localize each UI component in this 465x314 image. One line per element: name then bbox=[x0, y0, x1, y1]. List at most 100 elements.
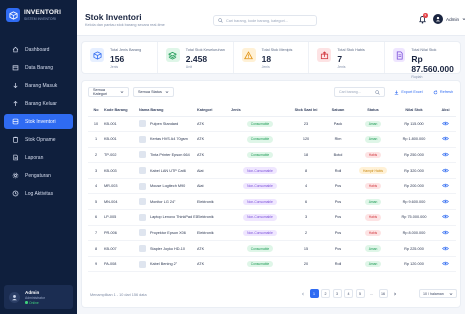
page-button[interactable]: 2 bbox=[321, 289, 330, 298]
sidebar-item-data-barang[interactable]: Data Barang bbox=[4, 60, 73, 75]
cell-no: 6 bbox=[88, 209, 104, 226]
cell-unit: Roll bbox=[323, 162, 353, 179]
table-row[interactable]: 4 MR-003 Mouse Logitech M90 Alat Non-Consuma… bbox=[88, 178, 456, 195]
cell-code: MN-004 bbox=[104, 193, 139, 211]
stat-value: 156 bbox=[110, 54, 125, 64]
header-user-menu[interactable]: Admin bbox=[433, 14, 465, 24]
stat-value: 18 bbox=[261, 54, 272, 64]
sidebar-item-pengaturan[interactable]: Pengaturan bbox=[4, 168, 73, 183]
stat-label: Total Stok Keseluruhan bbox=[185, 48, 225, 52]
page-button[interactable]: 5 bbox=[355, 289, 365, 298]
export-excel-button[interactable]: Export Excel bbox=[390, 87, 427, 97]
table-row[interactable]: 3 KB-003 Kabel LAN UTP Cat6 Alat Non-Consuma… bbox=[88, 162, 456, 179]
sidebar-item-barang-masuk[interactable]: Barang Masuk bbox=[4, 78, 73, 93]
home-icon bbox=[11, 46, 19, 54]
product-name: Monitor LG 24" bbox=[150, 199, 176, 204]
table-row[interactable]: 10 KB-001 Pulpen Standard ATK Consumable 23 Pa… bbox=[88, 116, 456, 133]
column-header[interactable]: No bbox=[88, 105, 104, 117]
global-search-placeholder: Cari barang, kode barang, kategori... bbox=[226, 18, 288, 23]
table-body: 10 KB-001 Pulpen Standard ATK Consumable 23 Pa… bbox=[88, 116, 456, 273]
status-filter[interactable]: Semua Status bbox=[133, 87, 174, 97]
clipboard-icon bbox=[11, 136, 19, 144]
sidebar-item-log-aktivitas[interactable]: Log Aktivitas bbox=[4, 186, 73, 201]
product-thumbnail bbox=[139, 229, 146, 237]
sidebar-item-label: Log Aktivitas bbox=[25, 190, 54, 197]
table-row[interactable]: 5 MN-004 Monitor LG 24" Elektronik Non-Consu… bbox=[88, 193, 456, 211]
page-button[interactable]: 4 bbox=[344, 289, 353, 298]
page-button[interactable]: 16 bbox=[378, 289, 388, 298]
cell-code: MR-003 bbox=[104, 178, 139, 195]
page-button[interactable]: 3 bbox=[332, 289, 342, 298]
cell-value: Rp 120.000 bbox=[393, 256, 435, 273]
view-eye-icon[interactable] bbox=[442, 229, 449, 236]
per-page-select[interactable]: 10 / halaman bbox=[419, 289, 457, 298]
view-eye-icon[interactable] bbox=[442, 198, 449, 205]
sidebar-item-stok-opname[interactable]: Stok Opname bbox=[4, 132, 73, 147]
sidebar-item-laporan[interactable]: Laporan bbox=[4, 150, 73, 165]
table-row[interactable]: 2 TP-002 Tinta Printer Epson 664 ATK Consuma… bbox=[88, 147, 456, 164]
view-eye-icon[interactable] bbox=[442, 167, 449, 174]
sidebar-user-card[interactable]: Admin Administrator Online bbox=[4, 285, 73, 309]
column-header[interactable]: Satuan bbox=[323, 105, 353, 117]
cell-status: Habis bbox=[353, 178, 393, 195]
view-eye-icon[interactable] bbox=[442, 120, 449, 127]
next-page-button[interactable] bbox=[390, 289, 399, 298]
column-header[interactable]: Stok Saat Ini bbox=[289, 105, 323, 117]
cell-category: ATK bbox=[197, 240, 231, 257]
column-header[interactable]: Nama Barang bbox=[139, 105, 197, 117]
cell-value: Rp 1.800.000 bbox=[393, 131, 435, 148]
cell-category: Alat bbox=[197, 162, 231, 179]
page-button[interactable]: 1 bbox=[309, 289, 319, 298]
global-search-input[interactable]: Cari barang, kode barang, kategori... bbox=[213, 15, 317, 26]
view-eye-icon[interactable] bbox=[442, 151, 449, 158]
stat-card: Total Nilai Stok Rp 87.560.000 Rupiah bbox=[385, 42, 460, 79]
table-row[interactable]: 8 KB-007 Stapler Joyko HD-10 ATK Consumable 1… bbox=[88, 240, 456, 257]
cell-code: LP-005 bbox=[104, 209, 139, 226]
column-header[interactable]: Jenis bbox=[231, 105, 289, 117]
cell-stock: 8 bbox=[289, 162, 323, 179]
status-badge: Habis bbox=[364, 182, 382, 190]
view-eye-icon[interactable] bbox=[442, 213, 449, 220]
sidebar-item-stok-inventori[interactable]: Stok Inventori bbox=[4, 114, 73, 129]
inventory-panel: Semua Kategori Semua Status Cari barang.… bbox=[81, 80, 461, 308]
view-eye-icon[interactable] bbox=[442, 135, 449, 142]
table-search-input[interactable]: Cari barang... bbox=[334, 87, 385, 97]
column-header[interactable]: Kode Barang bbox=[104, 105, 139, 117]
cell-status: Aman bbox=[353, 240, 393, 257]
cell-status: Aman bbox=[353, 131, 393, 148]
stat-card: Total Stok Menipis 18 Jenis bbox=[234, 42, 310, 73]
type-badge: Non-Consumable bbox=[243, 214, 277, 221]
cell-unit: Pcs bbox=[323, 178, 353, 195]
cell-category: ATK bbox=[197, 256, 231, 273]
sidebar-item-dashboard[interactable]: Dashboard bbox=[4, 42, 73, 57]
status-badge: Aman bbox=[364, 260, 382, 268]
stat-card: Total Stok Habis 7 Jenis bbox=[309, 42, 386, 73]
report-icon bbox=[11, 154, 19, 162]
sidebar-item-barang-keluar[interactable]: Barang Keluar bbox=[4, 96, 73, 111]
stat-unit: Jenis bbox=[261, 65, 270, 69]
refresh-button[interactable]: Refresh bbox=[428, 87, 458, 97]
category-filter[interactable]: Semua Kategori bbox=[88, 87, 129, 97]
column-header[interactable]: Kategori bbox=[197, 105, 231, 117]
sidebar-item-label: Stok Opname bbox=[25, 136, 56, 143]
avatar bbox=[433, 14, 443, 24]
status-filter-value: Semua Status bbox=[138, 90, 162, 94]
table-row[interactable]: 7 PR-006 Proyektor Epson X06 Elektronik Non-… bbox=[88, 225, 456, 242]
table-row[interactable]: 9 PA-008 Kabel Bening 2" ATK Consumable 20 Rol… bbox=[88, 256, 456, 273]
column-header[interactable]: Status bbox=[353, 105, 393, 117]
cell-category: ATK bbox=[197, 131, 231, 148]
cell-action bbox=[435, 225, 456, 242]
column-header[interactable]: Nilai Stok bbox=[393, 105, 435, 117]
layers-icon bbox=[165, 48, 180, 62]
view-eye-icon[interactable] bbox=[442, 245, 449, 252]
sidebar-user-name: Admin bbox=[25, 289, 40, 295]
table-row[interactable]: 6 LP-005 Laptop Lenovo ThinkPad E14 Elektro… bbox=[88, 209, 456, 226]
cell-type: Non-Consumable bbox=[231, 178, 289, 195]
prev-page-button[interactable] bbox=[298, 289, 307, 298]
table-row[interactable]: 1 KB-001 Kertas HVS A4 70gsm ATK Consumable 1… bbox=[88, 131, 456, 148]
sidebar-item-label: Dashboard bbox=[25, 46, 50, 53]
column-header[interactable]: Aksi bbox=[435, 105, 456, 117]
type-badge: Non-Consumable bbox=[243, 229, 277, 237]
view-eye-icon[interactable] bbox=[442, 182, 449, 189]
view-eye-icon[interactable] bbox=[442, 260, 449, 267]
